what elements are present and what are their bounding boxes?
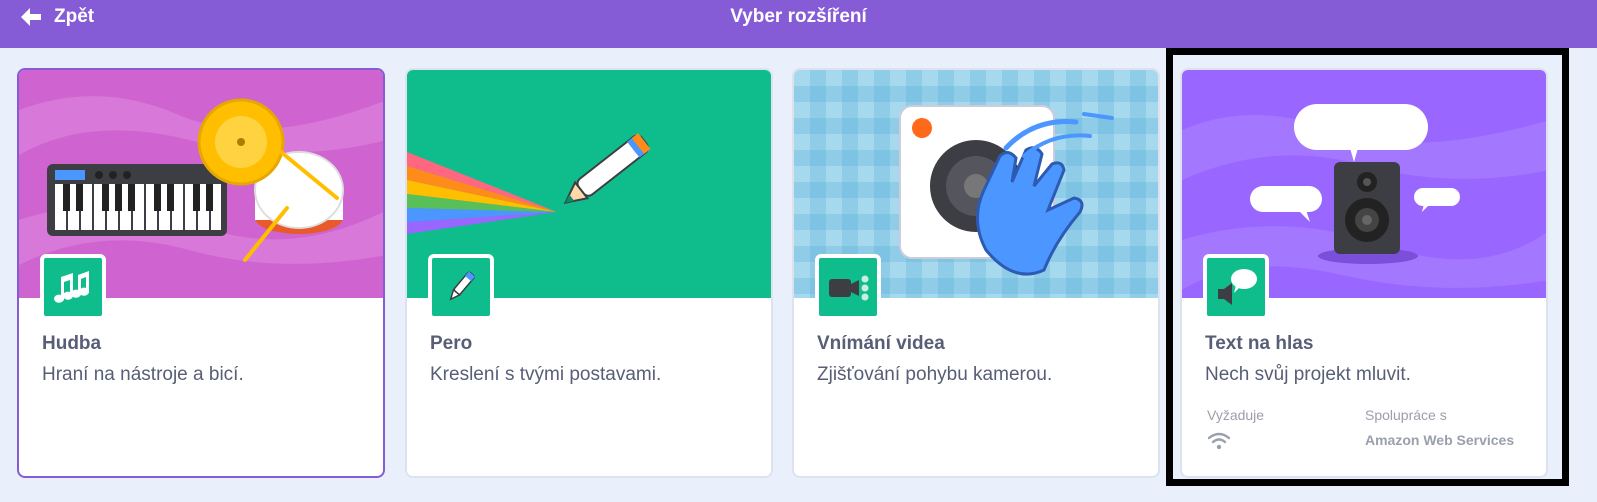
extension-description: Nech svůj projekt mluvit. <box>1205 364 1411 385</box>
extension-card-music[interactable]: Hudba Hraní na nástroje a bicí. <box>17 68 385 478</box>
page-title: Vyber rozšíření <box>730 6 867 27</box>
video-camera-icon <box>815 254 881 320</box>
music-notes-icon <box>40 254 106 320</box>
extension-name: Text na hlas <box>1205 333 1314 354</box>
collaboration-value: Amazon Web Services <box>1365 432 1515 448</box>
collaboration-label: Spolupráce s <box>1365 407 1447 423</box>
extension-description: Zjišťování pohybu kamerou. <box>817 364 1053 385</box>
extension-card-video-sensing[interactable]: Vnímání videa Zjišťování pohybu kamerou. <box>792 68 1160 478</box>
extension-card-pen[interactable]: Pero Kreslení s tvými postavami. <box>405 68 773 478</box>
requires-label: Vyžaduje <box>1207 407 1265 423</box>
wifi-icon <box>1207 432 1231 455</box>
pen-icon <box>428 254 494 320</box>
extension-card-text-to-speech[interactable]: Text na hlas Nech svůj projekt mluvit. V… <box>1180 68 1548 478</box>
extension-description: Hraní na nástroje a bicí. <box>42 364 244 385</box>
header-bar: Zpět Vyber rozšíření <box>0 0 1597 48</box>
extension-name: Vnímání videa <box>817 333 945 354</box>
extension-description: Kreslení s tvými postavami. <box>430 364 662 385</box>
extension-name: Hudba <box>42 333 102 354</box>
speaker-speech-icon <box>1203 254 1269 320</box>
extension-name: Pero <box>430 333 473 354</box>
